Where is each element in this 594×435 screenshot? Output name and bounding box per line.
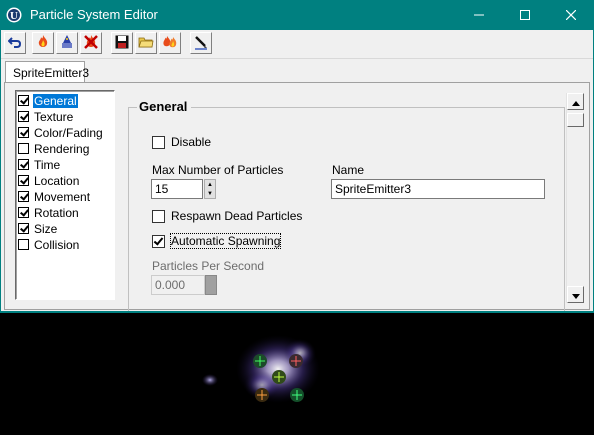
- category-checkbox[interactable]: [18, 223, 29, 234]
- name-input[interactable]: SpriteEmitter3: [331, 179, 545, 199]
- auto-spawn-checkbox-box[interactable]: [152, 234, 165, 248]
- category-item[interactable]: Collision: [18, 237, 111, 252]
- undo-icon: [7, 35, 22, 52]
- spinner-down-icon[interactable]: ▼: [205, 189, 215, 198]
- category-item[interactable]: Size: [18, 221, 111, 236]
- tab-label: SpriteEmitter3: [13, 66, 90, 80]
- category-item[interactable]: Rotation: [18, 205, 111, 220]
- category-label: Size: [34, 221, 58, 236]
- category-item[interactable]: Rendering: [18, 141, 111, 156]
- close-button[interactable]: [548, 0, 594, 30]
- tab-sprite-emitter[interactable]: SpriteEmitter3: [5, 61, 89, 83]
- close-icon: [566, 10, 576, 20]
- pen-icon: [193, 34, 209, 53]
- category-label: Rotation: [34, 205, 79, 220]
- category-checkbox[interactable]: [18, 143, 29, 154]
- edit-button[interactable]: [190, 32, 212, 54]
- vertical-scrollbar[interactable]: [566, 93, 584, 303]
- emitter-properties-button[interactable]: [56, 32, 78, 54]
- max-particles-label: Max Number of Particles: [152, 163, 284, 177]
- new-emitter-button[interactable]: [32, 32, 54, 54]
- fire-delete-icon: [83, 34, 99, 53]
- editor-client-area: SpriteEmitter3 General Texture Color/Fadin…: [0, 30, 594, 318]
- unreal-app-icon: U: [6, 7, 22, 23]
- wizard-icon: [59, 34, 75, 53]
- undo-button[interactable]: [4, 32, 26, 54]
- scrollbar-thumb[interactable]: [567, 113, 584, 127]
- auto-spawn-checkbox[interactable]: Automatic Spawning: [152, 233, 282, 249]
- category-label: Texture: [34, 109, 74, 124]
- open-button[interactable]: [135, 32, 157, 54]
- category-checkbox[interactable]: [18, 127, 29, 138]
- maximize-icon: [520, 10, 530, 20]
- max-particles-spinner[interactable]: ▲ ▼: [204, 179, 216, 199]
- minimize-icon: [474, 10, 484, 20]
- category-checkbox[interactable]: [18, 95, 29, 106]
- category-label: Time: [34, 157, 61, 172]
- category-checkbox[interactable]: [18, 207, 29, 218]
- category-checkbox[interactable]: [18, 239, 29, 250]
- duplicate-emitter-button[interactable]: [159, 32, 181, 54]
- category-label: Rendering: [34, 141, 90, 156]
- category-checkbox[interactable]: [18, 175, 29, 186]
- scroll-down-icon: [571, 288, 580, 302]
- svg-text:U: U: [10, 10, 18, 22]
- group-title: General: [137, 99, 192, 114]
- toolbar: [1, 30, 593, 59]
- respawn-checkbox-box[interactable]: [152, 209, 165, 223]
- scroll-down-button[interactable]: [567, 286, 584, 303]
- category-checkbox[interactable]: [18, 191, 29, 202]
- category-checkbox[interactable]: [18, 159, 29, 170]
- particles-per-second-input: 0.000: [151, 275, 205, 295]
- category-item[interactable]: General: [18, 93, 111, 108]
- disable-checkbox[interactable]: Disable: [152, 135, 211, 149]
- particles-per-second-label: Particles Per Second: [152, 259, 265, 273]
- category-checkbox[interactable]: [18, 111, 29, 122]
- category-item[interactable]: Color/Fading: [18, 125, 111, 140]
- scroll-up-button[interactable]: [567, 93, 584, 110]
- particle-preview-render: [202, 335, 320, 403]
- title-bar[interactable]: U Particle System Editor: [0, 0, 594, 30]
- category-label: Collision: [34, 237, 80, 252]
- category-item[interactable]: Location: [18, 173, 111, 188]
- respawn-label: Respawn Dead Particles: [171, 209, 303, 223]
- folder-icon: [138, 35, 154, 52]
- particle-preview-viewport[interactable]: [0, 313, 594, 435]
- respawn-checkbox[interactable]: Respawn Dead Particles: [152, 209, 302, 223]
- floppy-disk-icon: [115, 35, 129, 52]
- category-list[interactable]: General Texture Color/Fading Rendering Time L…: [15, 90, 115, 300]
- category-label: Color/Fading: [34, 125, 103, 140]
- save-button[interactable]: [111, 32, 133, 54]
- properties-area: General Disable Max Number of Particles …: [125, 87, 565, 318]
- name-label: Name: [332, 163, 365, 177]
- window-title: Particle System Editor: [30, 7, 158, 22]
- maximize-button[interactable]: [502, 0, 548, 30]
- category-label: General: [33, 93, 78, 108]
- fire-icon: [35, 34, 51, 53]
- tab-panel: General Texture Color/Fading Rendering Time L…: [4, 82, 590, 318]
- category-item[interactable]: Movement: [18, 189, 111, 204]
- category-item[interactable]: Time: [18, 157, 111, 172]
- category-label: Location: [34, 173, 80, 188]
- particles-per-second-slider-thumb: [205, 275, 217, 295]
- minimize-button[interactable]: [456, 0, 502, 30]
- disable-checkbox-box[interactable]: [152, 135, 165, 149]
- auto-spawn-label: Automatic Spawning: [169, 233, 282, 249]
- category-label: Movement: [34, 189, 91, 204]
- max-particles-input[interactable]: 15: [151, 179, 203, 199]
- fire-duplicate-icon: [161, 34, 179, 53]
- category-item[interactable]: Texture: [18, 109, 111, 124]
- disable-label: Disable: [171, 135, 212, 149]
- delete-emitter-button[interactable]: [80, 32, 102, 54]
- scroll-up-icon: [571, 95, 580, 109]
- spinner-up-icon[interactable]: ▲: [205, 180, 215, 189]
